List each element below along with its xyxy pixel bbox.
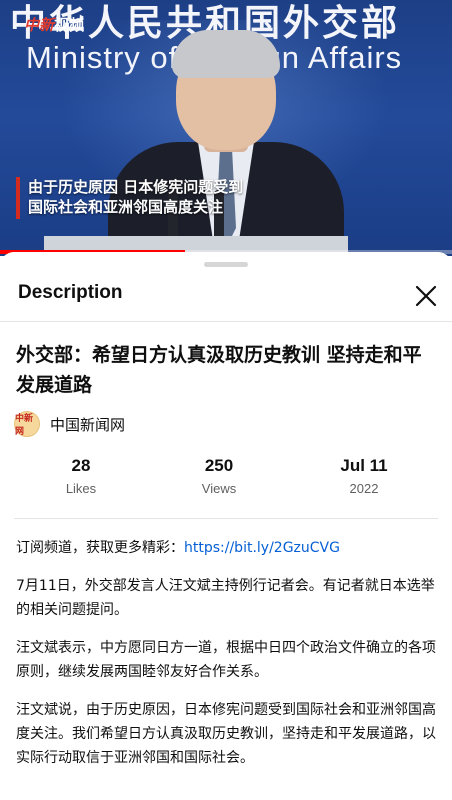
stats-row: 28 Likes 250 Views Jul 11 2022 [0, 455, 452, 505]
views-label: Views [201, 481, 237, 496]
description-sheet: Description 外交部：希望日方认真汲取历史教训 坚持走和平发展道路 中… [0, 252, 452, 800]
speaker-hair [172, 30, 280, 78]
watermark-brand-red: 中新 [24, 16, 55, 34]
subscribe-link[interactable]: https://bit.ly/2GzuCVG [184, 540, 340, 556]
channel-avatar[interactable]: 中新网 [14, 411, 40, 437]
subscribe-paragraph: 订阅频道，获取更多精彩：https://bit.ly/2GzuCVG [16, 536, 440, 560]
channel-name[interactable]: 中国新闻网 [50, 414, 125, 435]
watermark-brand-white: 视频 [54, 16, 85, 34]
sheet-title: Description [18, 282, 123, 303]
description-paragraph: 汪文斌说，由于历史原因，日本修宪问题受到国际社会和亚洲邻国高度关注。我们希望日方… [16, 702, 436, 766]
subscribe-text: 订阅频道，获取更多精彩： [16, 540, 184, 556]
description-paragraph: 7月11日，外交部发言人汪文斌主持例行记者会。有记者就日本选举的相关问题提问。 [16, 578, 435, 618]
close-button[interactable] [410, 280, 442, 312]
subtitle-line-2: 国际社会和亚洲邻国高度关注 [28, 198, 224, 216]
watermark-logo: 中新视频 [24, 14, 88, 34]
subtitle-line-1: 由于历史原因 日本修宪问题受到 [28, 178, 244, 196]
video-title: 外交部：希望日方认真汲取历史教训 坚持走和平发展道路 [16, 344, 422, 396]
views-count: 250 [204, 456, 234, 475]
header-divider [0, 321, 452, 322]
speaker-figure [108, 30, 344, 256]
drag-handle[interactable] [204, 262, 248, 267]
channel-avatar-text: 中新网 [15, 414, 34, 437]
stat-likes: 28 Likes [21, 455, 141, 496]
description-body: 订阅频道，获取更多精彩：https://bit.ly/2GzuCVG 7月11日… [16, 536, 440, 784]
stat-date: Jul 11 2022 [304, 455, 424, 496]
video-player[interactable]: 中华人民共和国外交部 Ministry of Foreign Affairs 中… [0, 0, 452, 256]
likes-count: 28 [71, 456, 91, 475]
channel-row[interactable]: 中新网 中国新闻网 [14, 410, 125, 438]
video-subtitle: 由于历史原因 日本修宪问题受到 国际社会和亚洲邻国高度关注 [16, 177, 286, 219]
likes-label: Likes [65, 481, 97, 496]
stat-views: 250 Views [159, 455, 279, 496]
stats-divider [14, 518, 438, 519]
publish-year: 2022 [349, 481, 379, 496]
close-icon [415, 285, 437, 307]
description-paragraph: 汪文斌表示，中方愿同日方一道，根据中日四个政治文件确立的各项原则，继续发展两国睦… [16, 640, 436, 680]
sheet-header: Description [0, 276, 452, 320]
publish-date: Jul 11 [340, 456, 388, 475]
